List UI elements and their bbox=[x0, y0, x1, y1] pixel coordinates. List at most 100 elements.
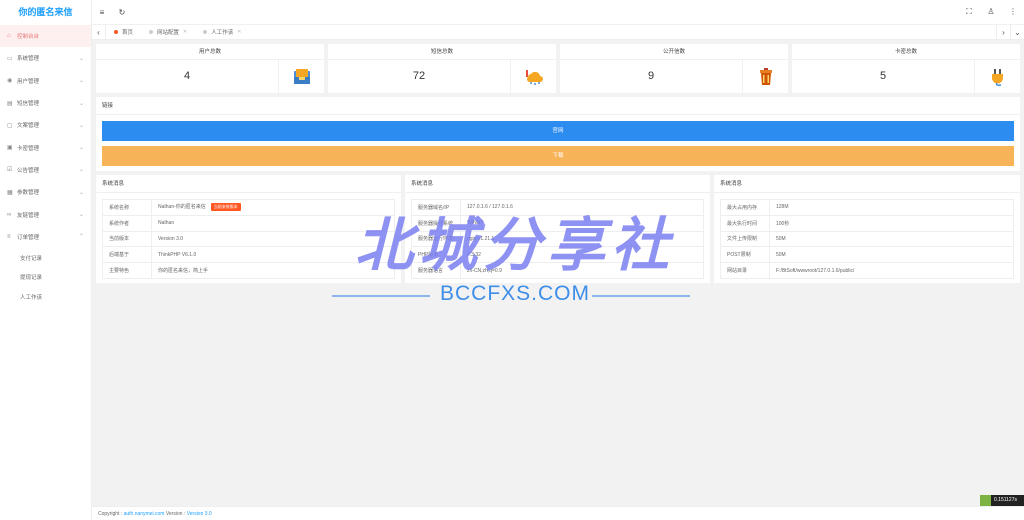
fullscreen-icon[interactable]: ⛶ bbox=[958, 7, 980, 17]
sidebar-item-cards[interactable]: ▣ 卡密管理 ⌄ bbox=[0, 136, 91, 158]
menu-toggle-icon[interactable]: ≡ bbox=[92, 8, 112, 17]
official-site-button[interactable]: 官网 bbox=[102, 121, 1014, 141]
stat-card-letters: 公开信数 9 bbox=[560, 44, 788, 93]
chevron-left-icon[interactable]: ‹ bbox=[92, 24, 106, 40]
info-key: 后端基于 bbox=[102, 246, 152, 264]
info-value: 100秒 bbox=[769, 214, 1014, 232]
info-value: 128M bbox=[769, 199, 1014, 216]
info-key: 系统名称 bbox=[102, 199, 152, 216]
close-icon[interactable]: ✕ bbox=[183, 29, 187, 35]
stat-title: 卡密总数 bbox=[792, 44, 1020, 60]
sidebar-item-label: 文案管理 bbox=[17, 123, 40, 130]
sidebar-item-notices[interactable]: ☑ 公告管理 ⌄ bbox=[0, 159, 91, 181]
monitor-icon: ▭ bbox=[7, 55, 13, 62]
version-label: Version : bbox=[165, 511, 186, 517]
stat-title: 短信总数 bbox=[328, 44, 556, 60]
chevron-down-icon[interactable]: ⌄ bbox=[1010, 24, 1024, 40]
info-value: 你的匿名来信，简上手 bbox=[151, 262, 395, 279]
sidebar-item-users[interactable]: ◉ 用户管理 ⌄ bbox=[0, 70, 91, 92]
chevron-down-icon: ⌄ bbox=[78, 100, 84, 107]
sidebar-item-label: 提现记录 bbox=[20, 275, 43, 282]
stat-card-users: 用户总数 4 bbox=[96, 44, 324, 93]
debug-timer[interactable]: 0.151127s bbox=[980, 495, 1024, 506]
link-icon: ∞ bbox=[7, 211, 12, 218]
sidebar-item-dashboard[interactable]: ⌂ 控制台台 bbox=[0, 25, 91, 48]
sidebar-item-label: 卡密管理 bbox=[17, 145, 40, 152]
app-logo[interactable]: 你的匿名来信 bbox=[0, 0, 91, 25]
watermark-line-left bbox=[332, 295, 430, 297]
info-table: 系统名称 Nathan-你的匿名来信 当前安装版本 系统作者 Nathan 当前版… bbox=[102, 199, 395, 279]
footer: Copyright : auth.nanymei.com Version : V… bbox=[92, 506, 1024, 520]
header-actions: ⛶ ♙ ⋮ bbox=[958, 7, 1024, 17]
info-value: Nathan bbox=[151, 214, 395, 232]
site-link[interactable]: auth.nanymei.com bbox=[124, 511, 165, 517]
copyright-label: Copyright : bbox=[98, 511, 123, 517]
order-icon: ≡ bbox=[7, 233, 11, 240]
plug-icon bbox=[975, 60, 1020, 93]
info-key: 服务器域名/IP bbox=[411, 199, 461, 216]
sidebar-item-copy[interactable]: ▢ 文案管理 ⌄ bbox=[0, 114, 91, 136]
notice-icon: ☑ bbox=[7, 167, 13, 174]
chevron-down-icon: ⌄ bbox=[78, 145, 84, 152]
chevron-down-icon: ⌄ bbox=[78, 78, 84, 85]
sidebar-item-links[interactable]: ∞ 友链管理 ⌄ bbox=[0, 203, 91, 225]
info-value: zh-CN,zh;q=0.9 bbox=[460, 262, 704, 279]
dot-icon bbox=[149, 30, 154, 34]
stat-value: 9 bbox=[560, 60, 743, 93]
sidebar-item-label: 短信管理 bbox=[17, 101, 40, 108]
sidebar-item-label: 人工作该 bbox=[20, 294, 43, 301]
info-table: 最大占用内存 128M 最大执行时间 100秒 文件上传限制 50M POST限… bbox=[720, 199, 1014, 279]
sidebar: 你的匿名来信 ⌂ 控制台台 ▭ 系统管理 ⌄ ◉ 用户管理 ⌄ ▤ 短信管理 ⌄… bbox=[0, 0, 92, 520]
table-row: 服务器域名/IP 127.0.1.6 / 127.0.1.6 bbox=[411, 199, 704, 216]
version-badge: 当前安装版本 bbox=[210, 203, 241, 212]
table-row: PHP版本 7.3.32 bbox=[411, 246, 704, 264]
sidebar-item-params[interactable]: ▦ 参数管理 ⌄ bbox=[0, 181, 91, 203]
info-value-cell: Nathan-你的匿名来信 当前安装版本 bbox=[151, 199, 395, 216]
inbox-icon bbox=[279, 60, 324, 93]
sidebar-subitem-manual[interactable]: 人工作该 bbox=[0, 287, 91, 307]
info-table: 服务器域名/IP 127.0.1.6 / 127.0.1.6 服务器操作系统 W… bbox=[411, 199, 704, 279]
close-icon[interactable]: ✕ bbox=[237, 29, 241, 35]
info-key: 网站目录 bbox=[720, 262, 770, 279]
watermark-subtitle: BCCFXS.COM bbox=[439, 282, 590, 305]
tabs-bar: ‹ 首页 网站配置 ✕ 人工作该 ✕ › ⌄ bbox=[92, 24, 1024, 40]
user-icon[interactable]: ♙ bbox=[980, 7, 1002, 17]
info-value: 127.0.1.6 / 127.0.1.6 bbox=[460, 199, 704, 216]
server-info-panel: 系统消息 服务器域名/IP 127.0.1.6 / 127.0.1.6 服务器操… bbox=[405, 175, 710, 283]
sidebar-item-label: 用户管理 bbox=[17, 78, 40, 85]
tab-label: 首页 bbox=[122, 30, 134, 36]
sidebar-item-system[interactable]: ▭ 系统管理 ⌄ bbox=[0, 47, 91, 69]
info-key: 当前版本 bbox=[102, 230, 152, 248]
user-icon: ◉ bbox=[7, 78, 13, 85]
chevron-right-icon[interactable]: › bbox=[996, 24, 1010, 40]
version-link[interactable]: Version 3.0 bbox=[187, 511, 212, 517]
tab-manual[interactable]: 人工作该 ✕ bbox=[195, 25, 249, 40]
refresh-icon[interactable]: ↻ bbox=[112, 8, 132, 17]
tab-home[interactable]: 首页 bbox=[106, 25, 141, 40]
tab-site-config[interactable]: 网站配置 ✕ bbox=[141, 25, 195, 40]
info-key: 服务器运行环境 bbox=[411, 230, 461, 248]
more-icon[interactable]: ⋮ bbox=[1002, 7, 1024, 17]
chevron-down-icon: ⌄ bbox=[78, 212, 84, 219]
stat-card-sms: 短信总数 72 bbox=[328, 44, 556, 93]
table-row: 系统名称 Nathan-你的匿名来信 当前安装版本 bbox=[102, 199, 395, 216]
thinkphp-logo-icon bbox=[980, 495, 991, 506]
chevron-down-icon: ⌄ bbox=[78, 122, 84, 129]
info-key: 文件上传限制 bbox=[720, 230, 770, 248]
sidebar-item-label: 控制台台 bbox=[17, 34, 40, 41]
links-card: 链接 官网 下载 bbox=[96, 97, 1020, 171]
sidebar-item-orders[interactable]: ≡ 订单管理 ⌃ bbox=[0, 226, 91, 248]
sidebar-subitem-payments[interactable]: 支付记录 bbox=[0, 248, 91, 268]
sidebar-subitem-withdrawals[interactable]: 提现记录 bbox=[0, 267, 91, 287]
table-row: 系统作者 Nathan bbox=[102, 214, 395, 232]
table-row: POST限制 50M bbox=[720, 246, 1014, 264]
info-value: Nathan-你的匿名来信 bbox=[158, 204, 206, 211]
download-button[interactable]: 下载 bbox=[102, 146, 1014, 166]
sidebar-item-sms[interactable]: ▤ 短信管理 ⌄ bbox=[0, 92, 91, 114]
stat-card-cards: 卡密总数 5 bbox=[792, 44, 1020, 93]
stat-title: 公开信数 bbox=[560, 44, 788, 60]
info-value: 50M bbox=[769, 246, 1014, 264]
panel-title: 系统消息 bbox=[405, 175, 710, 193]
table-row: 主要特色 你的匿名来信，简上手 bbox=[102, 262, 395, 279]
links-title: 链接 bbox=[96, 97, 1020, 115]
